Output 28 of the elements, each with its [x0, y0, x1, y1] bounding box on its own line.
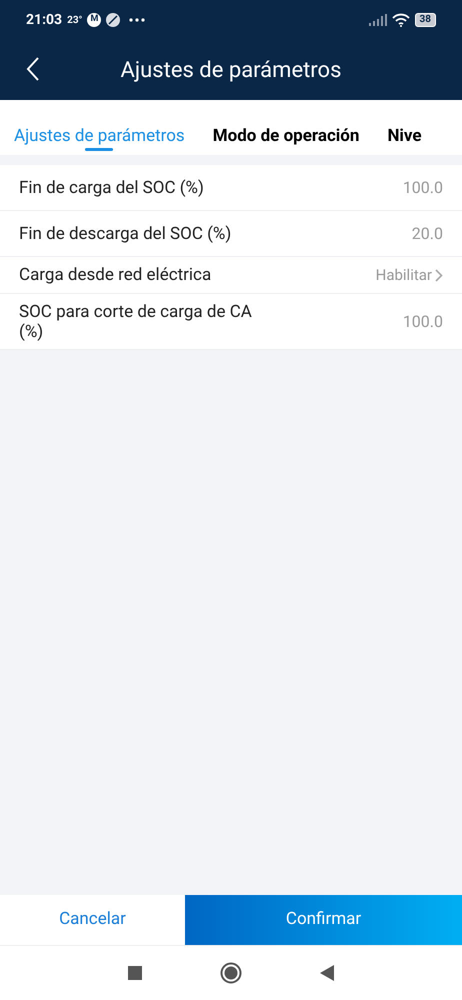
notification-icon [106, 13, 120, 27]
more-icon [129, 18, 146, 22]
signal-icon [368, 14, 387, 26]
cancel-button[interactable]: Cancelar [0, 895, 185, 945]
setting-label: Carga desde red eléctrica [19, 265, 212, 285]
battery-indicator: 38 [414, 13, 436, 27]
home-icon[interactable] [220, 962, 242, 984]
page-title: Ajustes de parámetros [120, 56, 342, 84]
setting-value: 100.0 [402, 310, 443, 332]
back-icon[interactable] [320, 965, 334, 981]
temperature: 23° [67, 14, 82, 28]
settings-row[interactable]: Fin de descarga del SOC (%) 20.0 [0, 211, 462, 257]
setting-value: 20.0 [412, 222, 443, 244]
wifi-icon [392, 13, 410, 27]
settings-row[interactable]: Fin de carga del SOC (%) 100.0 [0, 165, 462, 211]
tab[interactable]: Nive [387, 100, 422, 155]
chevron-icon [435, 268, 443, 282]
clock: 21:03 [26, 10, 62, 30]
confirm-button[interactable]: Confirmar [185, 895, 462, 945]
settings-row[interactable]: Carga desde red eléctrica Habilitar [0, 257, 462, 294]
setting-value: 100.0 [402, 176, 443, 198]
setting-label: Fin de carga del SOC (%) [19, 178, 205, 198]
setting-label: SOC para corte de carga de CA (%) [19, 302, 253, 342]
setting-label: Fin de descarga del SOC (%) [19, 224, 232, 244]
notification-badge: M [87, 13, 102, 27]
tab[interactable]: Modo de operación [212, 100, 360, 155]
settings-row[interactable]: SOC para corte de carga de CA (%) 100.0 [0, 294, 462, 350]
setting-value: Habilitar [376, 264, 432, 286]
